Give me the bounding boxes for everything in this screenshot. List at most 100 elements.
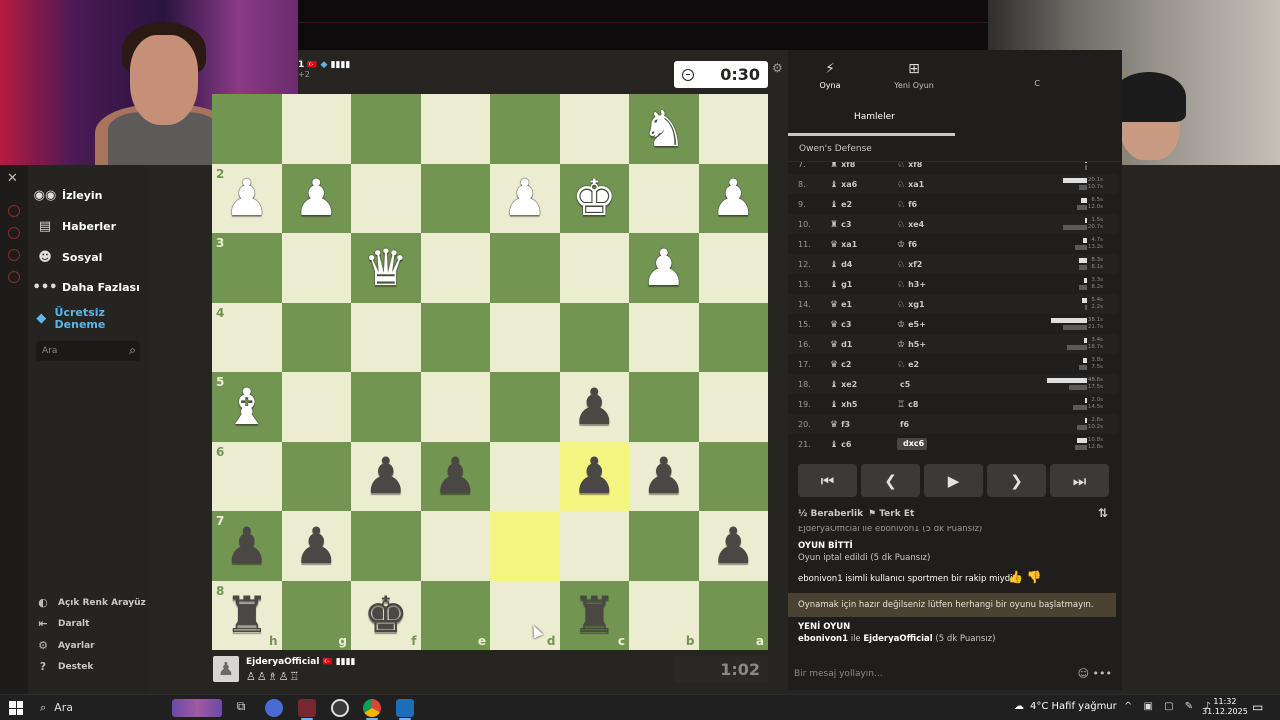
board-square[interactable]: ♟ — [420, 441, 490, 511]
board-square[interactable] — [281, 372, 351, 442]
settings-button[interactable]: ⚙ Ayarlar — [36, 639, 95, 652]
board-square[interactable]: 5 ♝ — [212, 372, 282, 442]
sidebar-item-watch[interactable]: ◉◉ İzleyin — [34, 187, 103, 203]
app-icon[interactable] — [298, 699, 316, 720]
notification-icon[interactable]: ▭ — [1252, 700, 1263, 714]
draw-button[interactable]: ½ Beraberlik — [798, 509, 863, 519]
tab-partial[interactable]: C — [956, 50, 1040, 100]
white-move[interactable]: ♝ xa6 — [830, 180, 857, 190]
tab-moves[interactable]: Hamleler — [788, 100, 1122, 136]
next-move-button[interactable]: ❯ — [987, 464, 1046, 497]
chat-user[interactable]: ebonivon1 — [798, 634, 848, 644]
black-move[interactable]: f6 — [897, 420, 909, 429]
white-move[interactable]: ♛ c3 — [830, 320, 851, 330]
black-pawn-piece[interactable]: ♟ — [363, 451, 408, 501]
black-move[interactable]: ♘ xe4 — [897, 220, 924, 230]
white-move[interactable]: ♛ f3 — [830, 420, 850, 430]
board-square[interactable] — [281, 302, 351, 372]
tab-play[interactable]: ⚡ Oyna — [788, 50, 872, 100]
board-square[interactable]: ♟ — [490, 163, 560, 233]
close-icon[interactable]: ✕ — [7, 171, 18, 186]
black-move[interactable]: ♔ f6 — [897, 240, 917, 250]
first-move-button[interactable]: ⏮ — [798, 464, 857, 497]
sidebar-item-news[interactable]: ▤ Haberler — [36, 218, 116, 234]
black-pawn-piece[interactable]: ♟ — [711, 521, 756, 571]
board-square[interactable] — [420, 233, 490, 303]
board-square[interactable] — [351, 511, 421, 581]
support-button[interactable]: ? Destek — [36, 660, 94, 673]
board-square[interactable] — [629, 372, 699, 442]
play-button[interactable]: ▶ — [924, 464, 983, 497]
board-square[interactable] — [490, 233, 560, 303]
board-square[interactable]: c ♜ — [559, 580, 629, 650]
black-move[interactable]: ♘ xf8 — [897, 162, 922, 170]
white-move[interactable]: ♛ xa1 — [830, 240, 857, 250]
board-square[interactable]: 7 ♟ — [212, 511, 282, 581]
board-square[interactable]: 8 h ♜ — [212, 580, 282, 650]
thumbs-down-icon[interactable]: 👎 — [1027, 570, 1042, 584]
windows-start-icon[interactable] — [9, 701, 23, 715]
board-square[interactable]: ♟ — [281, 511, 351, 581]
collapse-button[interactable]: ⇤ Daralt — [36, 617, 89, 630]
avatar[interactable]: ♟ — [213, 656, 239, 682]
white-move[interactable]: ♛ c2 — [830, 360, 851, 370]
board-square[interactable] — [629, 163, 699, 233]
gear-icon[interactable]: ⚙ — [772, 61, 783, 75]
board-square[interactable]: ♟ — [281, 163, 351, 233]
widget-art-icon[interactable] — [172, 699, 222, 717]
last-move-button[interactable]: ⏭ — [1050, 464, 1109, 497]
board-square[interactable]: d — [490, 580, 560, 650]
board-square[interactable] — [559, 233, 629, 303]
black-move[interactable]: ♘ h3+ — [897, 280, 926, 290]
board-square[interactable]: f ♚ — [351, 580, 421, 650]
board-square[interactable] — [281, 441, 351, 511]
board-square[interactable] — [281, 233, 351, 303]
board-square[interactable]: ♟ — [698, 163, 768, 233]
board-square[interactable]: 2 ♟ — [212, 163, 282, 233]
black-move[interactable]: ♔ h5+ — [897, 340, 926, 350]
black-move[interactable]: ♔ e5+ — [897, 320, 926, 330]
sidebar-item-more[interactable]: ••• Daha Fazlası — [33, 279, 140, 295]
rail-circle-icon[interactable] — [8, 227, 20, 239]
board-square[interactable]: a — [698, 580, 768, 650]
board-square[interactable]: b — [629, 580, 699, 650]
board-square[interactable]: g — [281, 580, 351, 650]
white-move[interactable]: ♝ d4 — [830, 260, 852, 270]
taskbar-search[interactable]: ⌕ Ara — [40, 701, 73, 715]
white-move[interactable]: ♝ c6 — [830, 440, 851, 450]
board-square[interactable] — [698, 233, 768, 303]
board-square[interactable]: ♞ — [629, 94, 699, 164]
board-square[interactable] — [559, 94, 629, 164]
board-square[interactable] — [420, 302, 490, 372]
app-icon[interactable] — [265, 699, 283, 717]
emoji-icon[interactable]: ☺ ••• — [1078, 667, 1112, 680]
taskbar-clock[interactable]: 11:32 31.12.2025 — [1202, 697, 1248, 717]
black-rook-piece[interactable]: ♜ — [572, 590, 617, 640]
black-move[interactable]: ♘ xg1 — [897, 300, 925, 310]
white-king-piece[interactable]: ♚ — [572, 173, 617, 223]
board-square[interactable] — [490, 372, 560, 442]
black-move[interactable]: c5 — [897, 380, 910, 389]
weather-widget[interactable]: ☁ 4°C Hafif yağmur — [1014, 701, 1117, 712]
black-move[interactable]: ♘ f6 — [897, 200, 917, 210]
chess-board[interactable]: ♞ 2 ♟ ♟ ♟ ♚ ♟ 3 ♛ ♟ 4 5 ♝ ♟ 6 ♟ ♟ ♟ ♟ 7 ♟ ♟ ♟ 8 h ♜ g f ♚ e d c ♜ b a — [212, 94, 768, 650]
black-move[interactable]: ♘ xa1 — [897, 180, 924, 190]
black-pawn-piece[interactable]: ♟ — [433, 451, 478, 501]
black-move[interactable]: ♖ c8 — [897, 400, 918, 410]
bottom-player-name[interactable]: EjderyaOfficial — [246, 657, 319, 667]
board-square[interactable]: ♟ — [351, 441, 421, 511]
board-square[interactable] — [420, 511, 490, 581]
white-pawn-piece[interactable]: ♟ — [224, 173, 269, 223]
board-square[interactable] — [490, 511, 560, 581]
resign-button[interactable]: ⚑ Terk Et — [868, 509, 914, 519]
chat-input[interactable]: Bir mesaj yollayın... ☺ ••• — [788, 656, 1122, 690]
black-rook-piece[interactable]: ♜ — [224, 590, 269, 640]
black-move[interactable]: ♘ xf2 — [897, 260, 922, 270]
board-square[interactable] — [490, 302, 560, 372]
white-move[interactable]: ♜ c3 — [830, 220, 851, 230]
black-move[interactable]: ♘ e2 — [897, 360, 919, 370]
rail-circle-icon[interactable] — [8, 271, 20, 283]
sidebar-search-input[interactable]: Ara ⌕ — [36, 341, 140, 361]
white-pawn-piece[interactable]: ♟ — [711, 173, 756, 223]
white-queen-piece[interactable]: ♛ — [363, 243, 408, 293]
